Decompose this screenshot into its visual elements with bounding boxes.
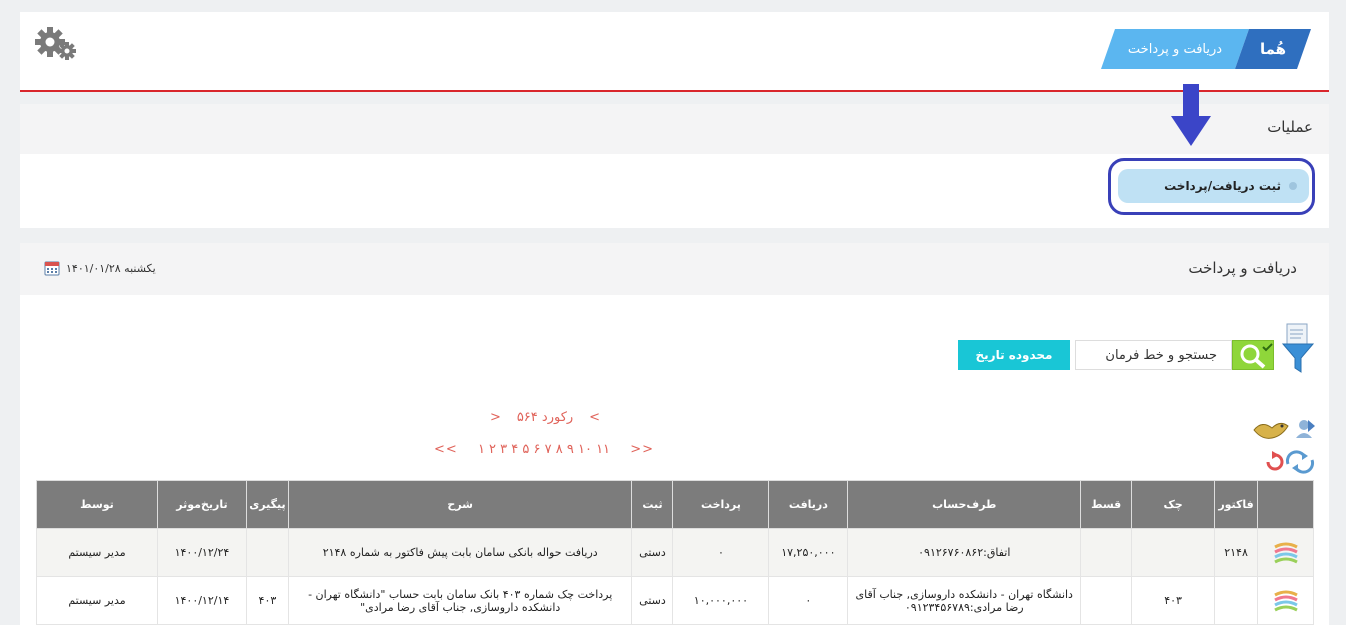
pager-prev-link[interactable]: >: [490, 410, 501, 425]
record-count-text: ۵۶۴ رکورد: [516, 410, 574, 425]
transactions-table: فاکتور چک قسط طرف‌حساب دریافت پرداخت ثبت…: [36, 480, 1314, 625]
row-icon-cell[interactable]: [1257, 528, 1314, 577]
table-row[interactable]: ۴۰۳ دانشگاه تهران - دانشکده داروسازی, جن…: [36, 576, 1314, 625]
current-date: یکشنبه ۱۴۰۱/۰۱/۲۸: [44, 260, 156, 276]
row-stack-icon[interactable]: [1272, 587, 1300, 615]
cell-by: مدیر سیستم: [36, 528, 158, 577]
operations-title: عملیات: [1267, 118, 1313, 136]
page-numbers[interactable]: ۱ ۲ ۳ ۴ ۵ ۶ ۷ ۸ ۹ ۱۰ ۱۱: [478, 442, 610, 457]
date-text: یکشنبه ۱۴۰۱/۰۱/۲۸: [66, 261, 156, 275]
row-icon-cell[interactable]: [1257, 576, 1314, 625]
cell-pay: ۰: [672, 528, 770, 577]
toolbar-icons: [1253, 420, 1315, 474]
cell-entry: دستی: [631, 576, 674, 625]
pager-next-link[interactable]: <: [589, 410, 600, 425]
breadcrumb-current[interactable]: دریافت و پرداخت: [1101, 29, 1249, 69]
cell-installment: [1080, 528, 1133, 577]
register-payment-button[interactable]: ثبت دریافت/پرداخت: [1118, 169, 1309, 203]
operations-header: عملیات: [20, 104, 1329, 154]
cell-date: ۱۴۰۰/۱۲/۱۴: [156, 576, 247, 625]
cell-tracking: [245, 528, 289, 577]
cell-receive: ۰: [768, 576, 849, 625]
cell-tracking: ۴۰۳: [245, 576, 289, 625]
gear-icon[interactable]: [34, 26, 78, 62]
column-header-cheque[interactable]: چک: [1131, 480, 1216, 529]
column-header-pay[interactable]: پرداخت: [672, 480, 770, 529]
cell-entry: دستی: [631, 528, 674, 577]
cell-cheque: [1131, 528, 1216, 577]
cell-date: ۱۴۰۰/۱۲/۲۴: [156, 528, 247, 577]
cell-cheque: ۴۰۳: [1131, 576, 1216, 625]
bird-icon[interactable]: [1253, 422, 1289, 439]
row-stack-icon[interactable]: [1272, 539, 1300, 567]
cell-description: پرداخت چک شماره ۴۰۳ بانک سامان بابت حساب…: [287, 576, 633, 625]
table-header-row: فاکتور چک قسط طرف‌حساب دریافت پرداخت ثبت…: [36, 480, 1314, 529]
cell-installment: [1080, 576, 1133, 625]
filter-icon[interactable]: [1281, 322, 1315, 374]
cell-party: دانشگاه تهران - دانشکده داروسازی, جناب آ…: [847, 576, 1082, 625]
column-header-icon: [1257, 480, 1314, 529]
column-header-invoice[interactable]: فاکتور: [1214, 480, 1259, 529]
date-range-button[interactable]: محدوده تاریخ: [958, 340, 1070, 370]
cell-pay: ۱۰,۰۰۰,۰۰۰: [672, 576, 770, 625]
cell-by: مدیر سیستم: [36, 576, 158, 625]
pager-last-link[interactable]: >>: [630, 442, 654, 457]
user-export-icon[interactable]: [1296, 420, 1315, 438]
register-payment-label: ثبت دریافت/پرداخت: [1164, 179, 1281, 193]
column-header-tracking[interactable]: پیگیری: [245, 480, 289, 529]
column-header-date[interactable]: تاریخ‌موثر: [156, 480, 247, 529]
column-header-party[interactable]: طرف‌حساب: [847, 480, 1082, 529]
cell-party: اتفاق:۰۹۱۲۶۷۶۰۸۶۲: [847, 528, 1082, 577]
pager-first-link[interactable]: <<: [434, 442, 458, 457]
bullet-icon: [1289, 182, 1297, 190]
cell-invoice: [1214, 576, 1259, 625]
pagination: << ۱ ۲ ۳ ۴ ۵ ۶ ۷ ۸ ۹ ۱۰ ۱۱ >>: [434, 442, 654, 457]
table-row[interactable]: ۲۱۴۸ اتفاق:۰۹۱۲۶۷۶۰۸۶۲ ۱۷,۲۵۰,۰۰۰ ۰ دستی…: [36, 528, 1314, 577]
cell-description: دریافت حواله بانکی سامان بابت پیش فاکتور…: [287, 528, 633, 577]
column-header-by[interactable]: توسط: [36, 480, 158, 529]
record-count: > ۵۶۴ رکورد <: [490, 410, 600, 425]
column-header-installment[interactable]: قسط: [1080, 480, 1133, 529]
sync-icon[interactable]: [1285, 450, 1315, 474]
search-icon: [1240, 343, 1273, 369]
cell-receive: ۱۷,۲۵۰,۰۰۰: [768, 528, 849, 577]
search-input[interactable]: [1075, 340, 1232, 370]
refresh-icon[interactable]: [1266, 451, 1284, 471]
main-header: دریافت و پرداخت یکشنبه ۱۴۰۱/۰۱/۲۸: [20, 243, 1329, 295]
calendar-icon[interactable]: [44, 260, 60, 276]
search-button[interactable]: [1232, 340, 1274, 370]
down-arrow-icon: [1171, 84, 1211, 146]
column-header-entry[interactable]: ثبت: [631, 480, 674, 529]
app-header: دریافت و پرداخت هُما: [20, 12, 1329, 92]
page-title: دریافت و پرداخت: [1188, 259, 1297, 277]
cell-invoice: ۲۱۴۸: [1214, 528, 1259, 577]
column-header-description[interactable]: شرح: [287, 480, 633, 529]
column-header-receive[interactable]: دریافت: [768, 480, 849, 529]
